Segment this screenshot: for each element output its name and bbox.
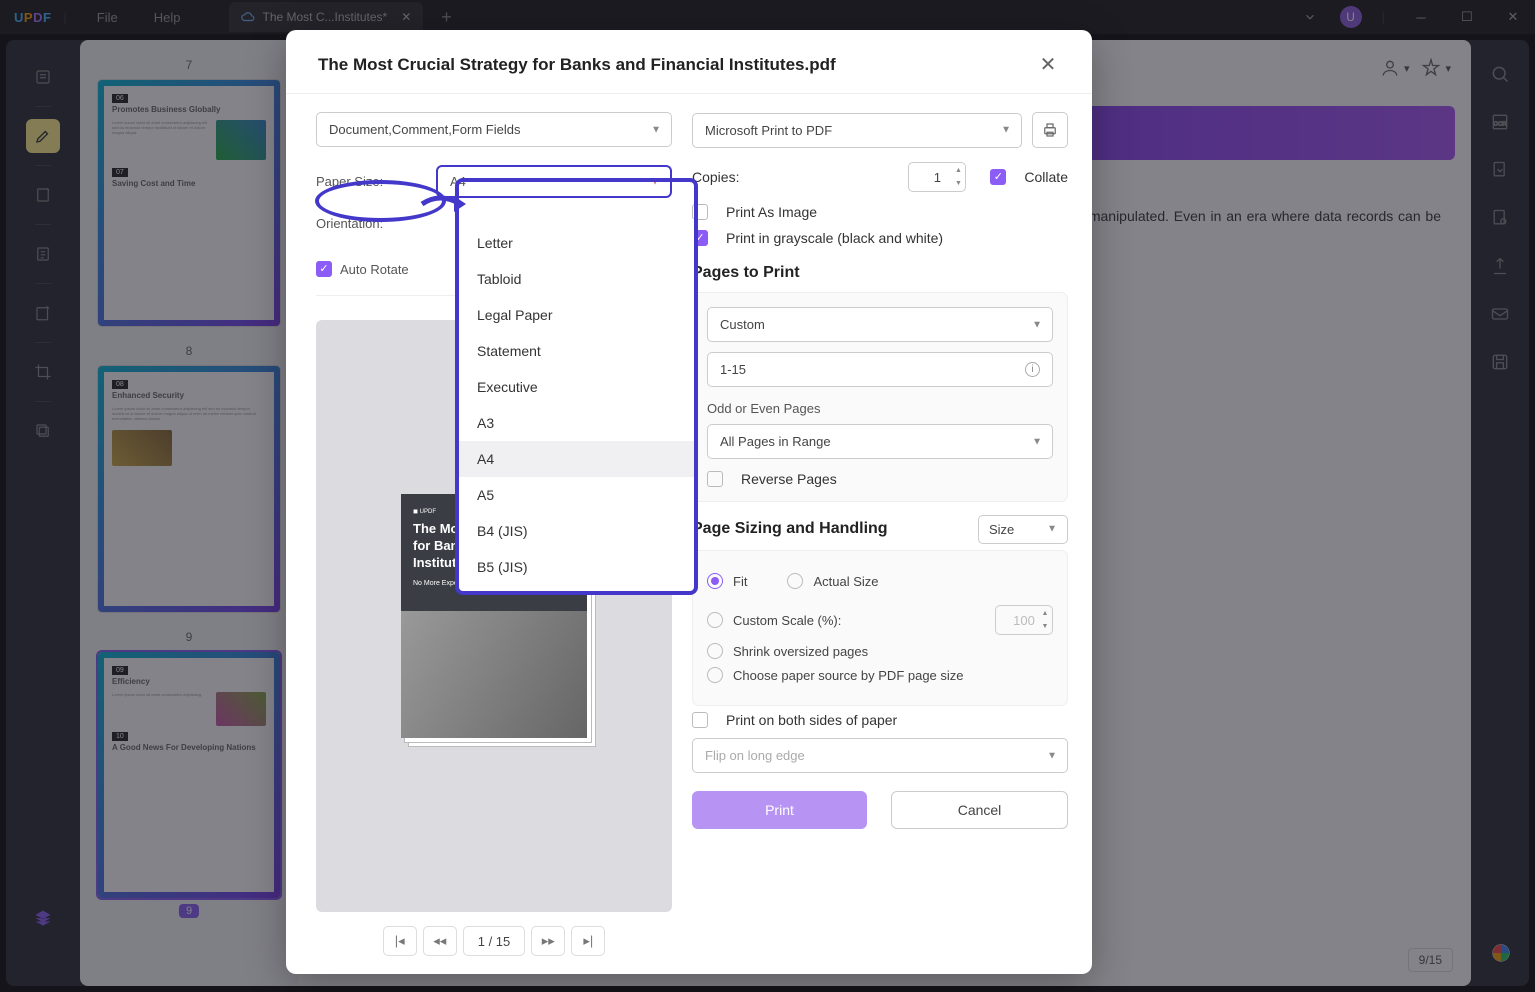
print-as-image-checkbox[interactable] [692, 204, 708, 220]
odd-even-label: Odd or Even Pages [707, 401, 1053, 416]
paper-size-option[interactable]: Executive [459, 369, 694, 405]
radio-custom-scale[interactable] [707, 612, 723, 628]
odd-even-select[interactable]: All Pages in Range▼ [707, 424, 1053, 459]
paper-size-option[interactable]: B5 (JIS) [459, 549, 694, 585]
preview-pager: |◂ ◂◂ 1 / 15 ▸▸ ▸| [316, 926, 672, 956]
content-filter-select[interactable]: Document,Comment,Form Fields ▼ [316, 112, 672, 147]
pager-prev[interactable]: ◂◂ [423, 926, 457, 956]
paper-size-option[interactable]: Statement [459, 333, 694, 369]
paper-size-option[interactable]: B4 (JIS) [459, 513, 694, 549]
caret-icon: ▼ [650, 176, 660, 187]
paper-size-option[interactable]: Legal Paper [459, 297, 694, 333]
paper-size-option[interactable]: A5 [459, 477, 694, 513]
size-mode-select[interactable]: Size▼ [978, 515, 1068, 544]
flip-select: Flip on long edge▼ [692, 738, 1068, 773]
paper-size-option[interactable]: A4 [459, 441, 694, 477]
radio-paper-source[interactable] [707, 667, 723, 683]
grayscale-label: Print in grayscale (black and white) [726, 230, 943, 246]
cancel-button[interactable]: Cancel [891, 791, 1068, 829]
paper-size-value: A4 [450, 174, 466, 189]
paper-size-option[interactable]: Tabloid [459, 261, 694, 297]
pager-next[interactable]: ▸▸ [531, 926, 565, 956]
radio-shrink[interactable] [707, 643, 723, 659]
dialog-close-icon[interactable]: ✕ [1036, 52, 1060, 77]
content-filter-value: Document,Comment,Form Fields [329, 122, 520, 137]
paper-size-select[interactable]: A4 ▼ [436, 165, 672, 198]
dialog-title: The Most Crucial Strategy for Banks and … [318, 55, 836, 75]
copies-label: Copies: [692, 169, 739, 185]
auto-rotate-checkbox[interactable] [316, 261, 332, 277]
radio-actual[interactable] [787, 573, 803, 589]
orientation-label: Orientation: [316, 216, 436, 231]
printer-value: Microsoft Print to PDF [705, 123, 832, 138]
pager-last[interactable]: ▸| [571, 926, 605, 956]
sizing-heading: Page Sizing and Handling [692, 520, 888, 538]
printer-properties-icon[interactable] [1032, 112, 1068, 148]
paper-size-option[interactable]: A3 [459, 405, 694, 441]
paper-size-label: Paper Size: [316, 174, 436, 189]
auto-rotate-label: Auto Rotate [340, 262, 409, 277]
print-button[interactable]: Print [692, 791, 867, 829]
copies-input[interactable]: 1▲▼ [908, 162, 966, 192]
pager-display[interactable]: 1 / 15 [463, 926, 526, 956]
duplex-label: Print on both sides of paper [726, 712, 897, 728]
duplex-checkbox[interactable] [692, 712, 708, 728]
page-range-mode-select[interactable]: Custom▼ [707, 307, 1053, 342]
paper-size-option[interactable]: Letter [459, 225, 694, 261]
reverse-pages-label: Reverse Pages [741, 471, 837, 487]
pager-first[interactable]: |◂ [383, 926, 417, 956]
info-icon[interactable]: i [1025, 362, 1040, 377]
pages-to-print-heading: Pages to Print [692, 264, 1068, 282]
radio-fit[interactable] [707, 573, 723, 589]
scale-input[interactable]: 100▲▼ [995, 605, 1053, 635]
print-as-image-label: Print As Image [726, 204, 817, 220]
reverse-pages-checkbox[interactable] [707, 471, 723, 487]
caret-icon: ▼ [1001, 125, 1011, 136]
printer-select[interactable]: Microsoft Print to PDF ▼ [692, 113, 1022, 148]
collate-label: Collate [1024, 169, 1068, 185]
page-range-input[interactable]: 1-15i [707, 352, 1053, 387]
collate-checkbox[interactable] [990, 169, 1006, 185]
paper-size-dropdown: LetterTabloidLegal PaperStatementExecuti… [455, 219, 698, 595]
caret-icon: ▼ [651, 124, 661, 135]
